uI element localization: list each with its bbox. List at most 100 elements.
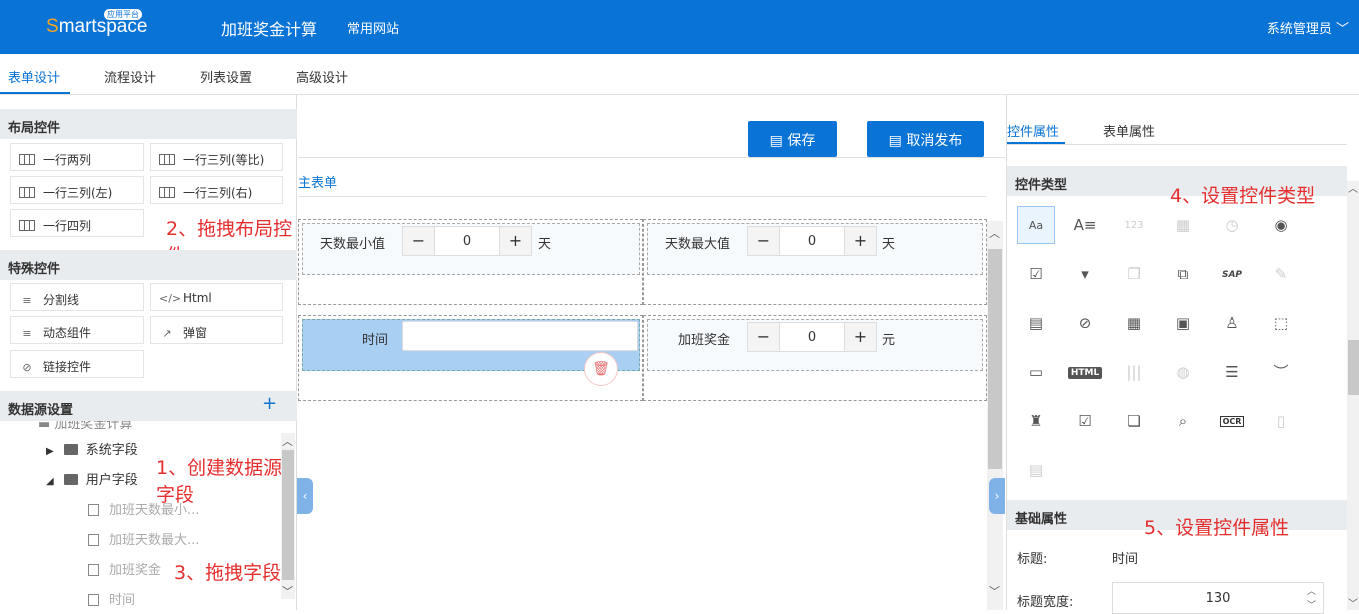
popup-control[interactable]: ↗ 弹窗: [150, 316, 283, 344]
min-days-value[interactable]: 0: [435, 234, 499, 249]
tab-list-settings[interactable]: 列表设置: [200, 67, 252, 86]
max-days-value[interactable]: 0: [780, 234, 844, 249]
text-icon[interactable]: Aa: [1017, 206, 1055, 244]
tab-form-properties[interactable]: 表单属性: [1103, 121, 1155, 140]
title-prop-label: 标题:: [1017, 552, 1048, 567]
radio-icon[interactable]: ◉: [1262, 206, 1300, 244]
tree-root[interactable]: ▬ 加班奖金计算: [38, 421, 132, 432]
html-control[interactable]: </> Html: [150, 283, 283, 311]
stamp-icon[interactable]: ♜: [1017, 402, 1055, 440]
text-box-icon[interactable]: ▭: [1017, 353, 1055, 391]
sap-icon[interactable]: SAP: [1213, 255, 1251, 293]
eye-icon[interactable]: ︶: [1262, 353, 1300, 391]
file-icon[interactable]: ▦: [1115, 304, 1153, 342]
add-datasource-icon[interactable]: +: [262, 393, 277, 414]
approval-icon[interactable]: ☑: [1066, 402, 1104, 440]
increment-button[interactable]: +: [844, 323, 876, 351]
link-control[interactable]: ⊘ 链接控件: [10, 350, 144, 378]
tab-control-properties[interactable]: 控件属性: [1007, 121, 1059, 140]
delete-icon[interactable]: 🗑: [584, 352, 618, 386]
decrement-button[interactable]: −: [748, 227, 780, 255]
time-input[interactable]: [402, 321, 638, 351]
time-icon[interactable]: ◷: [1213, 206, 1251, 244]
list-icon[interactable]: ☰: [1213, 353, 1251, 391]
multiline-text-icon[interactable]: A≡: [1066, 206, 1104, 244]
save-button[interactable]: ▤ 保存: [748, 121, 837, 157]
layout-three-columns-left[interactable]: 一行三列(左): [10, 176, 144, 204]
left-panel: 布局控件 一行两列 一行三列(等比) 一行三列(左) 一行三列(右) 一行四列 …: [0, 95, 297, 610]
copy-icon[interactable]: ❐: [1115, 255, 1153, 293]
dynamic-component-control[interactable]: ≡ 动态组件: [10, 316, 144, 344]
checkbox-icon[interactable]: ☑: [1017, 255, 1055, 293]
multi-approval-icon[interactable]: ❏: [1115, 402, 1153, 440]
min-days-unit: 天: [538, 237, 552, 252]
scroll-up-icon[interactable]: ︿: [282, 433, 293, 449]
spin-down-icon[interactable]: ﹀: [1307, 598, 1316, 611]
divider-control[interactable]: ≡ 分割线: [10, 283, 144, 311]
tree-field-max-days[interactable]: 加班天数最大...: [88, 529, 199, 548]
layout-four-columns[interactable]: 一行四列: [10, 209, 144, 237]
search-doc-icon[interactable]: ⌕: [1164, 402, 1202, 440]
tree-field-bonus[interactable]: 加班奖金: [88, 559, 161, 578]
title-prop-value[interactable]: 时间: [1112, 548, 1138, 567]
date-icon[interactable]: ▦: [1164, 206, 1202, 244]
design-tabs: 表单设计 流程设计 列表设置 高级设计: [0, 54, 1359, 95]
tab-process-design[interactable]: 流程设计: [104, 67, 156, 86]
html-icon[interactable]: HTML: [1066, 353, 1104, 391]
increment-button[interactable]: +: [844, 227, 876, 255]
canvas-scrollbar-thumb[interactable]: [988, 249, 1002, 469]
bonus-value[interactable]: 0: [780, 330, 844, 345]
tab-advanced-design[interactable]: 高级设计: [296, 67, 348, 86]
image-icon[interactable]: ▣: [1164, 304, 1202, 342]
left-scrollbar-thumb[interactable]: [282, 450, 294, 580]
save-icon: ▤: [769, 133, 788, 149]
note-icon[interactable]: ▤: [1017, 451, 1055, 489]
tree-system-fields[interactable]: ▶ 系统字段: [46, 439, 138, 458]
common-sites-link[interactable]: 常用网站: [347, 18, 399, 37]
scroll-down-icon[interactable]: ﹀: [989, 583, 1000, 599]
decrement-button[interactable]: −: [748, 323, 780, 351]
bonus-unit: 元: [882, 333, 896, 348]
right-scrollbar[interactable]: [1347, 181, 1359, 610]
increment-button[interactable]: +: [499, 227, 531, 255]
scroll-up-icon[interactable]: ︿: [989, 225, 1000, 241]
org-icon[interactable]: ⬚: [1262, 304, 1300, 342]
title-width-input[interactable]: 130: [1112, 582, 1324, 614]
barcode-icon[interactable]: |||: [1115, 353, 1153, 391]
right-scrollbar-thumb[interactable]: [1348, 340, 1359, 395]
tab-form-design[interactable]: 表单设计: [8, 67, 60, 86]
user-menu[interactable]: 系统管理员 ﹀: [1267, 18, 1349, 37]
spin-up-icon[interactable]: ︿: [1307, 584, 1316, 597]
max-days-stepper[interactable]: − 0 +: [747, 226, 877, 256]
annotation-set-control-type: 4、设置控件类型: [1170, 185, 1316, 207]
collapse-right-handle[interactable]: ›: [989, 478, 1005, 514]
layout-three-columns-right[interactable]: 一行三列(右): [150, 176, 283, 204]
user-icon[interactable]: ♙: [1213, 304, 1251, 342]
dynamic-icon: ≡: [22, 327, 32, 340]
folder-icon: [63, 444, 78, 455]
scroll-down-icon[interactable]: ﹀: [282, 583, 293, 599]
link-copy-icon[interactable]: ⧉: [1164, 255, 1202, 293]
document-icon[interactable]: ▤: [1017, 304, 1055, 342]
signature-icon[interactable]: ✎: [1262, 255, 1300, 293]
bonus-stepper[interactable]: − 0 +: [747, 322, 877, 352]
active-tab-indicator: [0, 92, 70, 94]
layout-two-columns[interactable]: 一行两列: [10, 143, 144, 171]
divider: [298, 196, 986, 197]
decrement-button[interactable]: −: [403, 227, 435, 255]
dropdown-icon[interactable]: ▾: [1066, 255, 1104, 293]
tree-field-time[interactable]: 时间: [88, 589, 135, 608]
clock-icon[interactable]: ◍: [1164, 353, 1202, 391]
min-days-stepper[interactable]: − 0 +: [402, 226, 532, 256]
ocr-icon[interactable]: OCR: [1213, 402, 1251, 440]
annotation-set-control-props: 5、设置控件属性: [1144, 517, 1290, 539]
number-icon[interactable]: 123: [1115, 206, 1153, 244]
scroll-down-icon[interactable]: ﹀: [1348, 595, 1358, 610]
scroll-up-icon[interactable]: ︿: [1348, 180, 1358, 195]
layout-three-columns-equal[interactable]: 一行三列(等比): [150, 143, 283, 171]
unpublish-button[interactable]: ▤ 取消发布: [867, 121, 984, 157]
attachment-icon[interactable]: ⊘: [1066, 304, 1104, 342]
tree-user-fields[interactable]: ◢ 用户字段: [46, 469, 138, 488]
blank-doc-icon[interactable]: ▯: [1262, 402, 1300, 440]
tab-main-form[interactable]: 主表单: [298, 172, 337, 191]
